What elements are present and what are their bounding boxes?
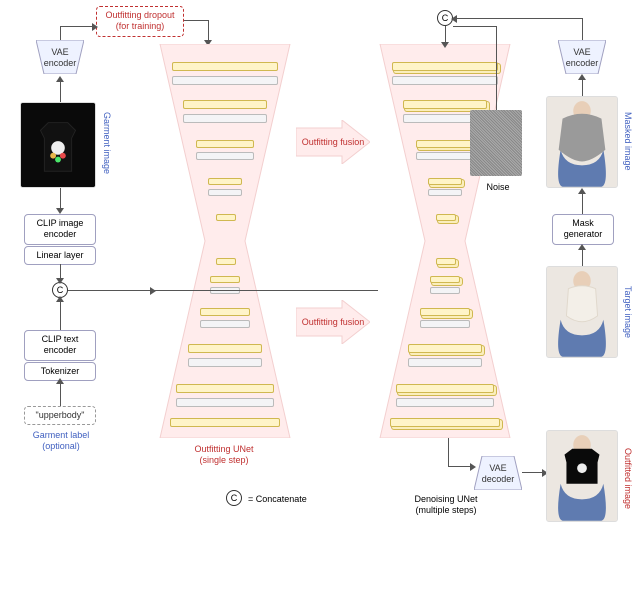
bar — [430, 276, 460, 283]
bar — [200, 320, 250, 328]
line — [68, 290, 378, 291]
bar — [170, 418, 280, 427]
mask-generator-box: Maskgenerator — [552, 214, 614, 245]
bar — [392, 76, 498, 85]
bar — [408, 358, 482, 367]
concat-legend-icon: C — [226, 490, 242, 506]
bar — [176, 384, 274, 393]
target-image — [546, 266, 618, 358]
denoising-unet-caption: Denoising UNet (multiple steps) — [398, 494, 494, 516]
garment-image-label: Garment image — [101, 112, 112, 174]
linear-layer-text: Linear layer — [36, 250, 83, 260]
garment-label-caption: Garment label(optional) — [26, 430, 96, 452]
arrowhead-up-icon — [578, 188, 586, 194]
line — [184, 20, 208, 21]
bar — [420, 320, 470, 328]
bar — [428, 178, 462, 185]
bar — [208, 189, 242, 196]
line — [582, 26, 583, 40]
clip-text-encoder-text: CLIP textencoder — [42, 334, 79, 355]
arrowhead-right-icon — [470, 463, 476, 471]
bar — [172, 76, 278, 85]
bar — [208, 178, 242, 185]
concat-legend-text: = Concatenate — [248, 494, 307, 505]
arrowhead-up-icon — [56, 76, 64, 82]
arrowhead-up-icon — [56, 378, 64, 384]
mask-generator-text: Maskgenerator — [564, 218, 603, 239]
bar — [430, 287, 460, 294]
arrowhead-left-icon — [451, 15, 457, 23]
line — [496, 26, 497, 110]
clip-image-encoder-box: CLIP imageencoder — [24, 214, 96, 245]
line — [208, 20, 209, 40]
arrowhead-down-icon — [441, 42, 449, 48]
line — [60, 298, 61, 330]
arrowhead-up-icon — [578, 74, 586, 80]
upperbody-text: "upperbody" — [36, 410, 85, 420]
outfitted-image — [546, 430, 618, 522]
bar — [172, 62, 278, 71]
arrowhead-down-icon — [56, 278, 64, 284]
arrowhead-up-icon — [578, 244, 586, 250]
vae-encoder-left: VAEencoder — [36, 40, 84, 74]
clip-text-encoder-box: CLIP textencoder — [24, 330, 96, 361]
bar — [216, 258, 236, 265]
bar — [392, 62, 498, 71]
line — [60, 26, 96, 27]
bar — [428, 189, 462, 196]
bar — [188, 358, 262, 367]
line — [582, 192, 583, 214]
bar — [196, 140, 254, 148]
bar — [200, 308, 250, 316]
line — [453, 26, 497, 27]
noise-label: Noise — [476, 182, 520, 193]
bar — [196, 152, 254, 160]
bar — [420, 308, 470, 316]
bar — [396, 384, 494, 393]
bar — [408, 344, 482, 353]
line — [453, 18, 583, 19]
line — [60, 188, 61, 210]
outfitting-dropout-box: Outfitting dropout(for training) — [96, 6, 184, 37]
noise-image — [470, 110, 522, 176]
arrowhead-up-icon — [56, 296, 64, 302]
outfitted-image-label: Outfitted image — [622, 448, 633, 509]
masked-image-label: Masked image — [622, 112, 633, 171]
vae-decoder: VAEdecoder — [474, 456, 522, 490]
tokenizer-text: Tokenizer — [41, 366, 80, 376]
outfitting-unet-caption: Outfitting UNet (single step) — [174, 444, 274, 466]
outfitting-fusion-top: Outfitting fusion — [296, 120, 370, 164]
line — [448, 438, 449, 466]
clip-image-encoder-text: CLIP imageencoder — [37, 218, 84, 239]
bar — [436, 214, 456, 221]
upperbody-box: "upperbody" — [24, 406, 96, 425]
vae-encoder-right-text: VAEencoder — [558, 40, 606, 69]
masked-image — [546, 96, 618, 188]
target-image-label: Target image — [622, 286, 633, 338]
outfitting-dropout-text: Outfitting dropout(for training) — [105, 10, 174, 31]
bar — [183, 114, 267, 123]
bar — [396, 398, 494, 407]
bar — [416, 152, 474, 160]
line — [60, 82, 61, 102]
bar — [390, 418, 500, 427]
bar — [188, 344, 262, 353]
bar — [416, 140, 474, 148]
bar — [210, 276, 240, 283]
vae-decoder-text: VAEdecoder — [474, 456, 522, 485]
line — [582, 78, 583, 96]
line — [582, 18, 583, 26]
line — [60, 26, 61, 40]
linear-layer-box: Linear layer — [24, 246, 96, 265]
bar — [216, 214, 236, 221]
vae-encoder-right: VAEencoder — [558, 40, 606, 74]
arrowhead-right-icon — [92, 23, 98, 31]
bar — [403, 100, 487, 109]
bar — [176, 398, 274, 407]
bar — [183, 100, 267, 109]
outfitting-fusion-bottom: Outfitting fusion — [296, 300, 370, 344]
vae-encoder-left-text: VAEencoder — [36, 40, 84, 69]
bar — [436, 258, 456, 265]
garment-image — [20, 102, 96, 188]
